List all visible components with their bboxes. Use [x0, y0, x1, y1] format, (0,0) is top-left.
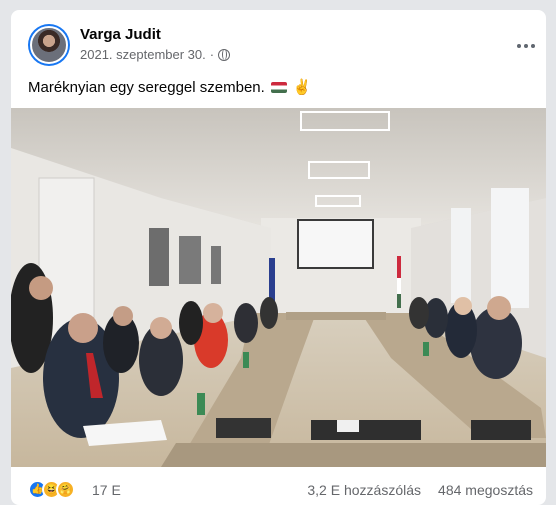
- care-icon: 🤗: [56, 480, 75, 499]
- author-name[interactable]: Varga Judit: [80, 26, 161, 43]
- more-options-button[interactable]: [512, 32, 540, 60]
- avatar[interactable]: [28, 24, 70, 66]
- dot-icon: [531, 44, 535, 48]
- dot-icon: [517, 44, 521, 48]
- post-meta: 2021. szeptember 30. ·: [80, 47, 231, 62]
- comment-count[interactable]: 3,2 E hozzászólás: [307, 482, 421, 498]
- post-photo[interactable]: [11, 108, 546, 467]
- post-header: Varga Judit 2021. szeptember 30. ·: [28, 24, 535, 66]
- dot-icon: [524, 44, 528, 48]
- hungarian-flag-icon: [270, 81, 287, 93]
- meta-separator: ·: [209, 47, 215, 62]
- post-card: Varga Judit 2021. szeptember 30. · Marék…: [11, 10, 546, 505]
- reactions[interactable]: 👍 😆 🤗: [28, 480, 75, 499]
- globe-icon[interactable]: [218, 48, 231, 61]
- meeting-room-photo: [11, 108, 546, 467]
- post-date[interactable]: 2021. szeptember 30.: [80, 47, 206, 62]
- reaction-count[interactable]: 17 E: [92, 482, 121, 498]
- post-footer: 👍 😆 🤗 17 E 3,2 E hozzászólás 484 megoszt…: [28, 480, 533, 502]
- post-text-content: Maréknyian egy sereggel szemben.: [28, 78, 265, 96]
- post-text: Maréknyian egy sereggel szemben. ✌: [28, 78, 312, 97]
- share-count[interactable]: 484 megosztás: [438, 482, 533, 498]
- avatar-image: [30, 26, 68, 64]
- victory-hand-icon: ✌: [292, 79, 312, 96]
